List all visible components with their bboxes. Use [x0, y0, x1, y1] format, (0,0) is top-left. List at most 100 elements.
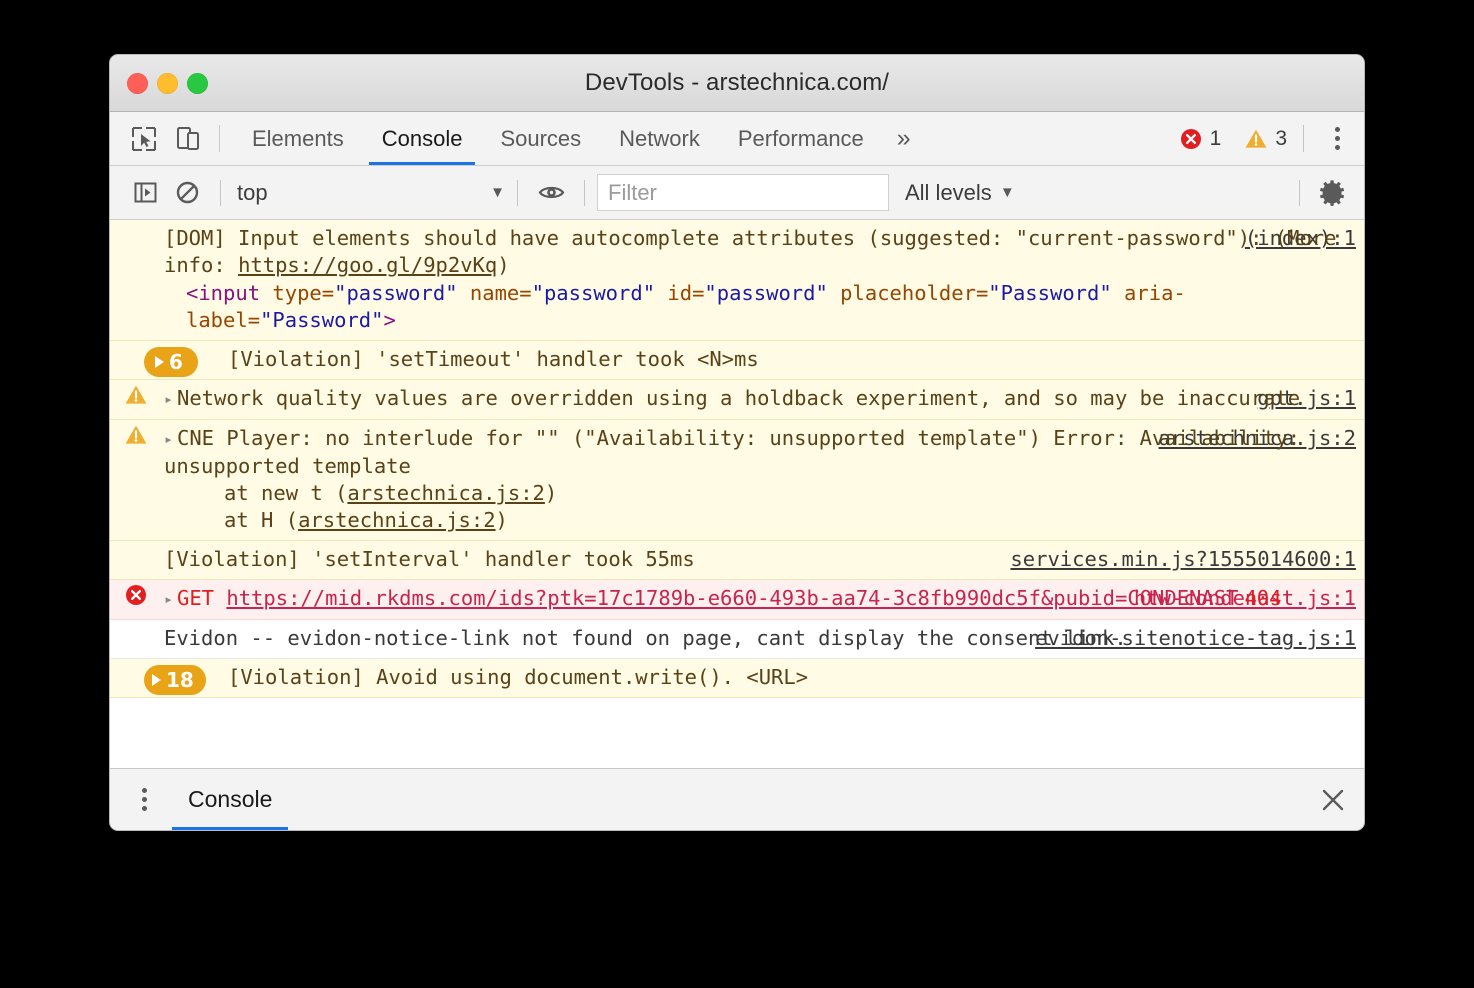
- console-message-dom-autocomplete[interactable]: (index):1 [DOM] Input elements should ha…: [110, 220, 1364, 341]
- snippet-token: [458, 281, 470, 305]
- drawer-tab-console[interactable]: Console: [166, 769, 294, 830]
- devtools-main-tabbar: Elements Console Sources Network Perform…: [110, 112, 1364, 166]
- stack-frame-prefix: at new t (: [224, 481, 347, 505]
- error-circle-icon: [1179, 127, 1203, 151]
- main-tab-list: Elements Console Sources Network Perform…: [233, 112, 925, 165]
- kebab-menu-icon: [142, 788, 147, 793]
- message-text-content: Network quality values are overridden us…: [177, 386, 1300, 410]
- chevron-double-right-icon: »: [897, 124, 911, 153]
- stack-frame-link[interactable]: arstechnica.js:2: [347, 481, 544, 505]
- dom-snippet[interactable]: <input type="password" name="password" i…: [164, 280, 1358, 334]
- snippet-token: [1112, 281, 1124, 305]
- kebab-menu-icon: [1335, 127, 1340, 132]
- main-menu-button[interactable]: [1320, 127, 1354, 150]
- warning-triangle-icon: [1244, 127, 1268, 151]
- console-message-network-quality-warning[interactable]: gpt.js:1 ▸Network quality values are ove…: [110, 380, 1364, 420]
- eye-icon: [538, 179, 565, 206]
- console-message-setinterval-violation[interactable]: services.min.js?1555014600:1 [Violation]…: [110, 541, 1364, 580]
- close-icon: [1318, 785, 1348, 815]
- tab-elements-label: Elements: [252, 126, 344, 152]
- snippet-token: [260, 281, 272, 305]
- device-toolbar-button[interactable]: [166, 112, 210, 165]
- stack-frame: at H (arstechnica.js:2): [164, 507, 1358, 534]
- snippet-token: >: [383, 308, 395, 332]
- more-tabs-button[interactable]: »: [883, 112, 925, 165]
- chevron-down-icon: ▼: [490, 184, 505, 201]
- snippet-token: <: [186, 281, 198, 305]
- expand-arrow-icon[interactable]: ▸: [164, 386, 177, 413]
- tab-performance[interactable]: Performance: [719, 112, 883, 165]
- tabbar-right-divider: [1303, 125, 1304, 152]
- message-text-part: ): [497, 253, 509, 277]
- minimize-window-button[interactable]: [157, 73, 178, 94]
- window-titlebar: DevTools - arstechnica.com/: [110, 55, 1364, 112]
- execution-context-label: top: [237, 180, 482, 206]
- expand-arrow-icon[interactable]: ▸: [164, 426, 177, 453]
- console-message-network-error[interactable]: htw-condenast.js:1 ▸GET https://mid.rkdm…: [110, 580, 1364, 620]
- inspect-element-button[interactable]: [122, 112, 166, 165]
- console-message-documentwrite-violation[interactable]: 18 [Violation] Avoid using document.writ…: [110, 659, 1364, 698]
- console-message-list[interactable]: (index):1 [DOM] Input elements should ha…: [110, 220, 1364, 768]
- maximize-window-button[interactable]: [187, 73, 208, 94]
- console-toolbar: top ▼ All levels ▼: [110, 166, 1364, 220]
- snippet-token: "Password": [988, 281, 1111, 305]
- expand-arrow-icon[interactable]: ▸: [164, 586, 177, 613]
- error-count: 1: [1210, 127, 1222, 151]
- inspect-element-icon: [131, 126, 157, 152]
- drawer-menu-button[interactable]: [122, 769, 166, 830]
- tab-sources-label: Sources: [500, 126, 581, 152]
- message-text: ▸GET https://mid.rkdms.com/ids?ptk=17c17…: [110, 585, 1358, 613]
- snippet-token: "password": [532, 281, 655, 305]
- snippet-token: =: [519, 281, 531, 305]
- tab-network[interactable]: Network: [600, 112, 719, 165]
- snippet-token: =: [692, 281, 704, 305]
- tab-console[interactable]: Console: [363, 112, 482, 165]
- message-text-content: CNE Player: no interlude for "" ("Availa…: [164, 426, 1300, 478]
- snippet-token: "Password": [260, 308, 383, 332]
- console-message-evidon-info[interactable]: evidon-sitenotice-tag.js:1 Evidon -- evi…: [110, 620, 1364, 659]
- console-settings-button[interactable]: [1312, 172, 1354, 214]
- request-url-link[interactable]: https://mid.rkdms.com/ids?ptk=17c1789b-e…: [226, 586, 1238, 610]
- snippet-token: =: [248, 308, 260, 332]
- snippet-token: =: [322, 281, 334, 305]
- message-text: [DOM] Input elements should have autocom…: [110, 225, 1358, 334]
- live-expression-button[interactable]: [530, 172, 572, 214]
- tab-sources[interactable]: Sources: [481, 112, 600, 165]
- message-text: [Violation] 'setTimeout' handler took <N…: [110, 346, 1358, 373]
- snippet-token: [828, 281, 840, 305]
- console-filter-input[interactable]: [597, 174, 889, 211]
- console-message-settimeout-violation[interactable]: 6 [Violation] 'setTimeout' handler took …: [110, 341, 1364, 380]
- log-level-selector[interactable]: All levels ▼: [905, 180, 1015, 206]
- execution-context-selector[interactable]: top ▼: [233, 180, 505, 206]
- message-text: ▸Network quality values are overridden u…: [110, 385, 1358, 413]
- stack-frame: at new t (arstechnica.js:2): [164, 480, 1358, 507]
- tab-elements[interactable]: Elements: [233, 112, 363, 165]
- snippet-token: =: [976, 281, 988, 305]
- issue-counts[interactable]: 1 3: [1179, 127, 1287, 151]
- toolbar-divider-3: [584, 180, 585, 206]
- snippet-token: "password": [334, 281, 457, 305]
- drawer-close-button[interactable]: [1302, 769, 1364, 830]
- console-message-cne-player-warning[interactable]: arstechnica.js:2 ▸CNE Player: no interlu…: [110, 420, 1364, 541]
- snippet-token: [655, 281, 667, 305]
- console-sidebar-toggle[interactable]: [124, 172, 166, 214]
- message-text: Evidon -- evidon-notice-link not found o…: [110, 625, 1358, 652]
- close-window-button[interactable]: [127, 73, 148, 94]
- window-controls: [127, 55, 208, 111]
- toolbar-divider-1: [220, 180, 221, 206]
- tab-console-label: Console: [382, 126, 463, 152]
- console-drawer: Console: [110, 768, 1364, 830]
- message-text: [Violation] Avoid using document.write()…: [110, 664, 1358, 691]
- message-text: [Violation] 'setInterval' handler took 5…: [110, 546, 1358, 573]
- more-info-link[interactable]: https://goo.gl/9p2vKq: [238, 253, 497, 277]
- snippet-token: input: [198, 281, 260, 305]
- snippet-token: "password": [704, 281, 827, 305]
- http-method: GET: [177, 586, 214, 610]
- tab-performance-label: Performance: [738, 126, 864, 152]
- devtools-window: DevTools - arstechnica.com/ Elements Con…: [110, 55, 1364, 830]
- clear-console-icon: [175, 180, 200, 205]
- snippet-token: placeholder: [840, 281, 976, 305]
- clear-console-button[interactable]: [166, 172, 208, 214]
- stack-frame-link[interactable]: arstechnica.js:2: [298, 508, 495, 532]
- device-toolbar-icon: [175, 126, 201, 152]
